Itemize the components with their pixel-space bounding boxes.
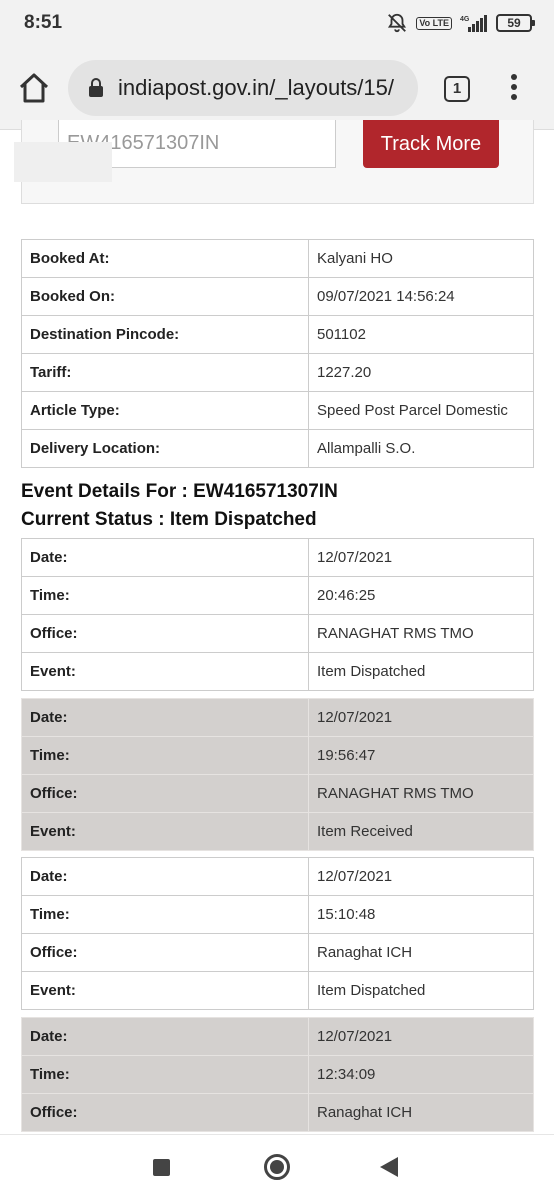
date-label: Date: [21, 857, 309, 896]
table-row: Event: Item Received [21, 812, 534, 851]
row-label: Article Type: [21, 391, 309, 430]
event-table: Date: 12/07/2021 Time: 15:10:48 Office: Ran… [21, 857, 534, 1010]
time-label: Time: [21, 576, 309, 615]
network-type: 4G [460, 16, 470, 23]
more-options-icon[interactable] [504, 74, 524, 104]
current-status: Current Status : Item Dispatched [21, 509, 317, 530]
date-label: Date: [21, 538, 309, 577]
time-label: Time: [21, 736, 309, 775]
date-label: Date: [21, 698, 309, 737]
lock-icon [89, 78, 103, 97]
blurred-region [14, 142, 112, 182]
signal-icon: 4G [460, 15, 487, 32]
event-table: Date: 12/07/2021 Time: 20:46:25 Office: RAN… [21, 538, 534, 691]
row-value: 09/07/2021 14:56:24 [308, 277, 534, 316]
row-label: Booked At: [21, 239, 309, 278]
event-status: Item Received [308, 812, 534, 851]
table-row: Office: Ranaghat ICH [21, 933, 534, 972]
table-row: Date: 12/07/2021 [21, 1017, 534, 1056]
event-date: 12/07/2021 [308, 1017, 534, 1056]
recent-apps-icon[interactable] [153, 1159, 170, 1176]
event-date: 12/07/2021 [308, 698, 534, 737]
event-time: 19:56:47 [308, 736, 534, 775]
home-icon[interactable] [16, 70, 52, 106]
table-row: Office: RANAGHAT RMS TMO [21, 614, 534, 653]
event-office: Ranaghat ICH [308, 933, 534, 972]
event-office: Ranaghat ICH [308, 1093, 534, 1132]
url-text: indiapost.gov.in/_layouts/15/ [118, 75, 394, 100]
event-date: 12/07/2021 [308, 538, 534, 577]
office-label: Office: [21, 614, 309, 653]
table-row: Booked At: Kalyani HO [21, 239, 534, 278]
row-label: Booked On: [21, 277, 309, 316]
table-row: Office: RANAGHAT RMS TMO [21, 774, 534, 813]
table-row: Time: 19:56:47 [21, 736, 534, 775]
notifications-off-icon [388, 13, 407, 33]
table-row: Date: 12/07/2021 [21, 857, 534, 896]
table-row: Destination Pincode: 501102 [21, 315, 534, 354]
table-row: Booked On: 09/07/2021 14:56:24 [21, 277, 534, 316]
event-office: RANAGHAT RMS TMO [308, 614, 534, 653]
row-value: Kalyani HO [308, 239, 534, 278]
table-row: Time: 20:46:25 [21, 576, 534, 615]
table-row: Date: 12/07/2021 [21, 698, 534, 737]
office-label: Office: [21, 1093, 309, 1132]
office-label: Office: [21, 774, 309, 813]
event-table: Date: 12/07/2021 Time: 12:34:09 Office: Ran… [21, 1017, 534, 1132]
table-row: Event: Item Dispatched [21, 652, 534, 691]
table-row: Date: 12/07/2021 [21, 538, 534, 577]
track-more-button[interactable]: Track More [363, 120, 499, 168]
home-nav-icon[interactable] [264, 1154, 290, 1180]
event-date: 12/07/2021 [308, 857, 534, 896]
row-label: Delivery Location: [21, 429, 309, 468]
status-bar: 8:51 Vo LTE 4G 59 [0, 0, 554, 46]
table-row: Time: 15:10:48 [21, 895, 534, 934]
browser-toolbar: indiapost.gov.in/_layouts/15/ 1 [0, 46, 554, 130]
volte-icon: Vo LTE [416, 16, 452, 30]
time-label: Time: [21, 895, 309, 934]
back-icon[interactable] [380, 1157, 398, 1177]
event-time: 15:10:48 [308, 895, 534, 934]
event-details-title: Event Details For : EW416571307IN [21, 481, 338, 502]
booking-details-table: Booked At: Kalyani HO Booked On: 09/07/202… [21, 239, 534, 468]
date-label: Date: [21, 1017, 309, 1056]
table-row: Article Type: Speed Post Parcel Domestic [21, 391, 534, 430]
row-value: 501102 [308, 315, 534, 354]
event-label: Event: [21, 971, 309, 1010]
event-status: Item Dispatched [308, 652, 534, 691]
status-icons: Vo LTE 4G 59 [386, 12, 535, 34]
event-table: Date: 12/07/2021 Time: 19:56:47 Office: RAN… [21, 698, 534, 851]
office-label: Office: [21, 933, 309, 972]
status-time: 8:51 [24, 12, 63, 33]
row-value: Allampalli S.O. [308, 429, 534, 468]
event-office: RANAGHAT RMS TMO [308, 774, 534, 813]
table-row: Office: Ranaghat ICH [21, 1093, 534, 1132]
battery-icon: 59 [496, 14, 535, 32]
row-value: 1227.20 [308, 353, 534, 392]
event-status: Item Dispatched [308, 971, 534, 1010]
row-label: Tariff: [21, 353, 309, 392]
tab-switcher-button[interactable]: 1 [444, 76, 470, 102]
event-label: Event: [21, 652, 309, 691]
event-time: 20:46:25 [308, 576, 534, 615]
event-time: 12:34:09 [308, 1055, 534, 1094]
event-details-heading: Event Details For : EW416571307IN Curren… [21, 478, 338, 534]
address-bar[interactable]: indiapost.gov.in/_layouts/15/ [68, 60, 418, 116]
navigation-bar [0, 1134, 554, 1200]
table-row: Tariff: 1227.20 [21, 353, 534, 392]
tracking-search-box: EW416571307IN Track More [14, 120, 534, 204]
event-label: Event: [21, 812, 309, 851]
time-label: Time: [21, 1055, 309, 1094]
table-row: Time: 12:34:09 [21, 1055, 534, 1094]
table-row: Delivery Location: Allampalli S.O. [21, 429, 534, 468]
table-row: Event: Item Dispatched [21, 971, 534, 1010]
row-label: Destination Pincode: [21, 315, 309, 354]
row-value: Speed Post Parcel Domestic [308, 391, 534, 430]
